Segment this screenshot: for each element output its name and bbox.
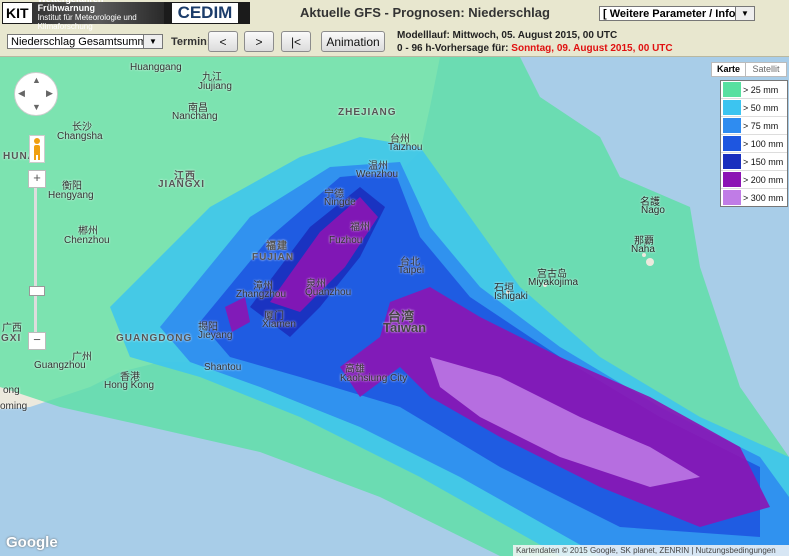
wfw-logo-sub: Institut für Meteorologie und Klimaforsc…: [37, 13, 137, 31]
label-taiwan-cn: 台湾: [388, 309, 415, 324]
label-guangzhou: Guangzhou: [34, 360, 86, 371]
label-changsha-cn: 长沙: [72, 122, 92, 133]
chevron-down-icon[interactable]: ▼: [735, 7, 754, 20]
label-taipei: Taipei: [398, 265, 425, 276]
legend-label: > 75 mm: [743, 120, 779, 131]
label-xiamen: Xiamen: [262, 319, 296, 330]
pan-control[interactable]: ▲ ▼ ◀ ▶: [14, 72, 58, 116]
label-gxi: GXI: [1, 333, 22, 344]
legend-swatch: [723, 82, 741, 97]
pan-left-icon[interactable]: ◀: [18, 88, 25, 99]
forecast-line: 0 - 96 h-Vorhersage für: Sonntag, 09. Au…: [397, 42, 673, 55]
legend-row: > 200 mm: [721, 171, 787, 189]
wfw-logo: Wettergefahren-Frühwarnung Institut für …: [31, 0, 164, 31]
legend-label: > 50 mm: [743, 102, 779, 113]
parameter-select-value: [ Weitere Parameter / Info ]: [603, 8, 743, 20]
legend-swatch: [723, 190, 741, 205]
page-title: Aktuelle GFS - Prognosen: Niederschlag: [300, 5, 550, 20]
label-taizhou: Taizhou: [388, 142, 423, 153]
label-jiujiang: Jiujiang: [198, 81, 232, 92]
label-oming: oming: [0, 401, 28, 412]
label-jiangxi: JIANGXI: [158, 179, 206, 190]
forecast-prefix: 0 - 96 h-Vorhersage für:: [397, 43, 509, 54]
header-bar: KIT Wettergefahren-Frühwarnung Institut …: [0, 0, 789, 57]
label-ishigaki: Ishigaki: [494, 291, 528, 302]
label-jieyang: Jieyang: [198, 330, 233, 341]
legend-swatch: [723, 154, 741, 169]
label-ningde: Ningde: [324, 197, 356, 208]
pan-right-icon[interactable]: ▶: [46, 88, 53, 99]
legend-row: > 150 mm: [721, 153, 787, 171]
animation-button[interactable]: Animation: [321, 31, 385, 52]
legend-row: > 100 mm: [721, 135, 787, 153]
model-run-line: Modelllauf: Mittwoch, 05. August 2015, 0…: [397, 30, 618, 41]
pan-down-icon[interactable]: ▼: [32, 102, 41, 112]
chevron-down-icon[interactable]: ▼: [143, 35, 162, 48]
legend-row: > 25 mm: [721, 81, 787, 99]
map-attribution[interactable]: Kartendaten © 2015 Google, SK planet, ZE…: [513, 545, 789, 556]
label-zhangzhou: Zhangzhou: [236, 289, 287, 300]
label-nanchang-cn: 南昌: [188, 103, 208, 114]
logo-banner[interactable]: KIT Wettergefahren-Frühwarnung Institut …: [2, 0, 250, 31]
legend-swatch: [723, 136, 741, 151]
legend-swatch: [723, 100, 741, 115]
label-chenzhou: Chenzhou: [64, 235, 110, 246]
legend-label: > 150 mm: [743, 156, 784, 167]
island-okinawa: [646, 258, 654, 266]
google-logo[interactable]: Google: [6, 534, 58, 551]
label-naha: Naha: [631, 244, 655, 255]
label-kaohsiung: Kaohsiung City: [340, 373, 408, 384]
wfw-logo-title: Wettergefahren-Frühwarnung: [37, 0, 107, 13]
label-zhejiang: ZHEJIANG: [338, 107, 397, 118]
label-hengyang: Hengyang: [48, 190, 94, 201]
zoom-in-button[interactable]: +: [28, 170, 46, 188]
label-fuzhou: Fuzhou: [329, 235, 363, 246]
first-button[interactable]: |<: [281, 31, 311, 52]
precipitation-legend: > 25 mm > 50 mm > 75 mm > 100 mm > 150 m…: [720, 80, 788, 207]
zoom-slider-handle[interactable]: [29, 286, 45, 296]
legend-label: > 200 mm: [743, 174, 784, 185]
legend-row: > 50 mm: [721, 99, 787, 117]
pan-up-icon[interactable]: ▲: [32, 75, 41, 85]
legend-swatch: [723, 172, 741, 187]
forecast-date: Sonntag, 09. August 2015, 00 UTC: [511, 43, 673, 54]
label-quanzhou: Quanzhou: [305, 287, 352, 298]
label-fuzhou-cn: 福州: [350, 222, 370, 233]
prev-button[interactable]: <: [208, 31, 238, 52]
legend-row: > 75 mm: [721, 117, 787, 135]
zoom-out-button[interactable]: −: [28, 332, 46, 350]
label-hongkong: Hong Kong: [104, 380, 155, 391]
label-miyakojima: Miyakojima: [528, 277, 579, 288]
kit-logo: KIT: [3, 3, 32, 23]
pegman-icon[interactable]: [29, 135, 45, 163]
map-canvas[interactable]: Huanggang 九江 Jiujiang Nanchang 南昌 Changs…: [0, 57, 789, 556]
legend-row: > 300 mm: [721, 189, 787, 206]
label-guangdong: GUANGDONG: [116, 333, 193, 344]
label-huanggang: Huanggang: [130, 62, 182, 73]
label-nago: Nago: [641, 205, 665, 216]
next-button[interactable]: >: [244, 31, 274, 52]
label-ong: ong: [3, 385, 20, 396]
product-select[interactable]: Niederschlag Gesamtsumme ▼: [7, 34, 163, 49]
map-type-map-button[interactable]: Karte: [711, 62, 746, 77]
legend-label: > 25 mm: [743, 84, 779, 95]
label-wenzhou: Wenzhou: [356, 169, 399, 180]
label-fujian-cn: 福建: [266, 241, 288, 252]
legend-label: > 100 mm: [743, 138, 784, 149]
termin-label: Termin:: [171, 36, 211, 48]
cedim-logo: CEDIM: [171, 3, 239, 23]
legend-swatch: [723, 118, 741, 133]
label-fujian: FUJIAN: [252, 252, 295, 263]
run-info: Modelllauf: Mittwoch, 05. August 2015, 0…: [397, 29, 673, 55]
product-select-value: Niederschlag Gesamtsumme: [11, 36, 153, 48]
parameter-select[interactable]: [ Weitere Parameter / Info ] ▼: [599, 6, 755, 21]
legend-label: > 300 mm: [743, 192, 784, 203]
label-shantou: Shantou: [204, 362, 242, 373]
label-guangxi-cn: 广西: [2, 323, 22, 334]
map-type-satellite-button[interactable]: Satellit: [745, 62, 787, 77]
zoom-slider-track[interactable]: [34, 188, 37, 336]
